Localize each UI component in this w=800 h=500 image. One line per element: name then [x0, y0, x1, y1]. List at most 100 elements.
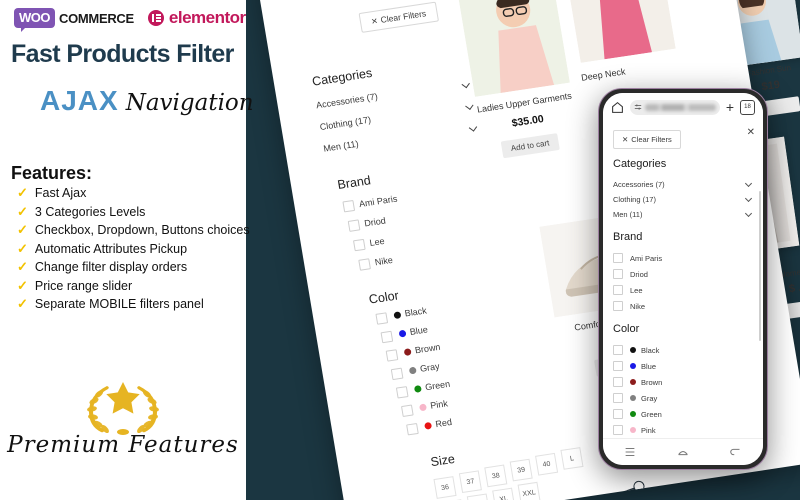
brand-checkbox[interactable]: [347, 219, 361, 232]
feature-label: Checkbox, Dropdown, Buttons choices: [34, 223, 250, 237]
chevron-down-icon[interactable]: [469, 123, 479, 133]
price-slider-max-handle[interactable]: [632, 480, 646, 493]
checkbox[interactable]: [613, 345, 623, 355]
checkbox[interactable]: [613, 425, 623, 435]
chevron-down-icon[interactable]: [746, 196, 753, 203]
mobile-category-clothing[interactable]: Clothing (17): [613, 192, 753, 207]
color-label-red[interactable]: Red: [435, 417, 453, 429]
elementor-logo: elementor: [147, 8, 246, 28]
mobile-brand-lee[interactable]: Lee: [613, 282, 753, 298]
home-icon[interactable]: [676, 445, 690, 459]
size-option-l[interactable]: L: [560, 447, 584, 470]
checkbox[interactable]: [613, 253, 623, 263]
size-option-xl[interactable]: XL: [492, 487, 516, 500]
color-swatch-green: [630, 411, 636, 417]
back-icon[interactable]: [729, 445, 743, 459]
mobile-color-label: Blue: [641, 361, 657, 371]
mobile-brand-ami-paris[interactable]: Ami Paris: [613, 250, 753, 266]
brand-label-driod[interactable]: Driod: [364, 215, 387, 228]
size-option-37[interactable]: 37: [458, 470, 482, 494]
check-icon: ✓: [17, 185, 28, 200]
feature-item: ✓ Change filter display orders: [17, 260, 242, 275]
size-option-40[interactable]: 40: [535, 452, 559, 476]
mobile-clear-filters-button[interactable]: ✕ Clear Filters: [613, 130, 681, 149]
color-label-pink[interactable]: Pink: [430, 398, 449, 410]
mobile-color-label: Pink: [641, 425, 656, 435]
product-price: $35.00: [510, 113, 545, 130]
features-heading: Features:: [11, 163, 93, 183]
tab-count-badge[interactable]: 18: [740, 99, 755, 115]
mobile-color-gray[interactable]: Gray: [613, 390, 753, 406]
color-checkbox[interactable]: [385, 349, 399, 362]
mobile-color-pink[interactable]: Pink: [613, 422, 753, 438]
size-option-36[interactable]: 36: [433, 476, 457, 499]
size-option-s[interactable]: S: [466, 493, 490, 500]
checkbox[interactable]: [613, 285, 623, 295]
color-checkbox[interactable]: [395, 386, 409, 399]
brand-label-lee[interactable]: Lee: [369, 236, 386, 248]
checkbox[interactable]: [613, 377, 623, 387]
brand-checkbox[interactable]: [352, 238, 366, 252]
check-icon: ✓: [17, 240, 28, 256]
filter-category-clothing[interactable]: Clothing (17): [319, 115, 372, 132]
scrollbar[interactable]: [759, 191, 761, 341]
checkbox[interactable]: [613, 269, 623, 279]
product-card[interactable]: [560, 0, 676, 63]
mobile-brand-nike[interactable]: Nike: [613, 298, 753, 314]
mobile-color-brown[interactable]: Brown: [613, 374, 753, 390]
elementor-icon: [147, 10, 164, 26]
brand-label-ami-paris[interactable]: Ami Paris: [358, 194, 398, 210]
chevron-down-icon[interactable]: [466, 101, 476, 111]
color-checkbox[interactable]: [400, 404, 414, 417]
add-to-cart-button[interactable]: Add to cart: [500, 133, 560, 159]
new-tab-icon[interactable]: +: [726, 100, 734, 114]
color-checkbox[interactable]: [406, 422, 419, 436]
color-label-blue[interactable]: Blue: [409, 324, 428, 337]
categories-heading: Categories: [311, 65, 374, 89]
brand-heading: Brand: [336, 173, 372, 193]
android-navigation-bar: [603, 438, 763, 465]
clear-filters-button[interactable]: ✕Clear Filters: [358, 1, 439, 33]
product-card[interactable]: [455, 0, 570, 97]
home-icon[interactable]: [611, 101, 624, 114]
color-label-brown[interactable]: Brown: [414, 342, 441, 356]
checkbox[interactable]: [613, 409, 623, 419]
mobile-brand-label: Nike: [630, 301, 646, 311]
size-option-xxl[interactable]: XXL: [517, 481, 541, 500]
mobile-category-men[interactable]: Men (11): [613, 207, 753, 222]
feature-item: ✓ 3 Categories Levels: [17, 204, 242, 219]
mobile-brand-driod[interactable]: Driod: [613, 266, 753, 282]
url-bar[interactable]: [630, 99, 720, 115]
mobile-color-blue[interactable]: Blue: [613, 358, 753, 374]
mobile-category-accessories[interactable]: Accessories (7): [613, 177, 753, 192]
chevron-down-icon[interactable]: [746, 211, 753, 218]
check-icon: ✓: [17, 222, 28, 237]
mobile-brand-label: Ami Paris: [630, 253, 663, 263]
color-checkbox[interactable]: [390, 367, 404, 381]
chevron-down-icon[interactable]: [746, 181, 753, 188]
color-checkbox[interactable]: [375, 312, 389, 325]
color-label-black[interactable]: Black: [404, 305, 427, 318]
color-swatch-pink: [418, 403, 428, 412]
color-label-gray[interactable]: Gray: [419, 361, 440, 374]
checkbox[interactable]: [613, 361, 623, 371]
close-icon[interactable]: ✕: [747, 127, 755, 138]
size-option-39[interactable]: 39: [509, 458, 533, 482]
size-option-38[interactable]: 38: [484, 464, 508, 488]
menu-icon[interactable]: [623, 445, 637, 459]
checkbox[interactable]: [613, 393, 623, 403]
brand-checkbox[interactable]: [342, 199, 356, 213]
brand-label-nike[interactable]: Nike: [374, 255, 393, 268]
woocommerce-label: COMMERCE: [59, 10, 134, 26]
checkbox[interactable]: [613, 301, 623, 311]
mobile-color-green[interactable]: Green: [613, 406, 753, 422]
brand-checkbox[interactable]: [358, 258, 371, 271]
chevron-down-icon[interactable]: [462, 79, 472, 89]
filter-category-accessories[interactable]: Accessories (7): [315, 91, 378, 110]
color-swatch-green: [413, 384, 422, 393]
color-checkbox[interactable]: [380, 330, 394, 344]
color-label-green[interactable]: Green: [424, 379, 450, 393]
filter-category-men[interactable]: Men (11): [323, 139, 360, 154]
mobile-color-black[interactable]: Black: [613, 342, 753, 358]
color-swatch-pink: [630, 427, 636, 433]
